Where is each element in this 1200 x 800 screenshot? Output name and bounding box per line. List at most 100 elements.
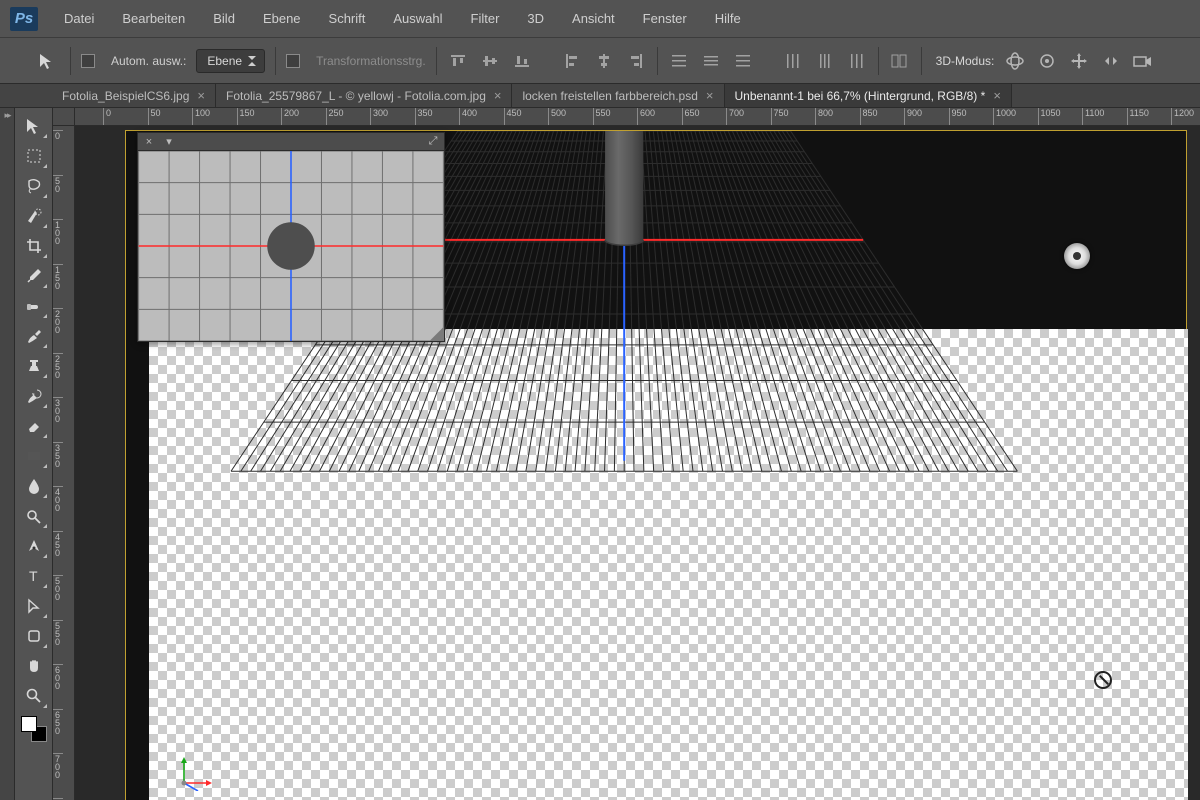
secondary-view-content (138, 151, 444, 341)
options-bar: Autom. ausw.: Ebene Transformationsstrg.… (0, 38, 1200, 84)
3d-camera-icon[interactable] (1132, 50, 1154, 72)
light-source-widget[interactable] (1064, 243, 1090, 269)
align-bottom-edges-icon[interactable] (511, 50, 533, 72)
document-tab-strip: Fotolia_BeispielCS6.jpg× Fotolia_2557986… (0, 84, 1200, 108)
menu-select[interactable]: Auswahl (381, 5, 454, 32)
distribute-left-icon[interactable] (782, 50, 804, 72)
expand-arrows-icon: ▸▸ (4, 110, 9, 800)
auto-align-icon[interactable] (889, 50, 911, 72)
blur-tool[interactable] (19, 472, 49, 500)
distribute-top-icon[interactable] (668, 50, 690, 72)
ruler-tick: 450 (53, 531, 63, 557)
ruler-tick: 1000 (993, 108, 1016, 125)
align-horizontal-centers-icon[interactable] (593, 50, 615, 72)
history-brush-tool[interactable] (19, 382, 49, 410)
menu-view[interactable]: Ansicht (560, 5, 627, 32)
ruler-tick: 700 (726, 108, 744, 125)
align-right-edges-icon[interactable] (625, 50, 647, 72)
ruler-tick: 250 (53, 353, 63, 379)
marquee-tool[interactable] (19, 142, 49, 170)
type-tool[interactable]: T (19, 562, 49, 590)
collapsed-left-panel[interactable]: ▸▸ (0, 108, 15, 800)
lasso-tool[interactable] (19, 172, 49, 200)
ruler-tick: 450 (504, 108, 522, 125)
align-top-edges-icon[interactable] (447, 50, 469, 72)
ruler-tick: 300 (53, 397, 63, 423)
layer-group-dropdown[interactable]: Ebene (196, 49, 265, 73)
brush-tool[interactable] (19, 322, 49, 350)
transform-controls-checkbox[interactable] (286, 53, 306, 68)
dodge-tool[interactable] (19, 502, 49, 530)
menu-image[interactable]: Bild (201, 5, 247, 32)
menu-filter[interactable]: Filter (459, 5, 512, 32)
menu-file[interactable]: Datei (52, 5, 106, 32)
ruler-tick: 1100 (1082, 108, 1104, 125)
healing-brush-tool[interactable] (19, 292, 49, 320)
quick-selection-tool[interactable] (19, 202, 49, 230)
separator (921, 47, 922, 75)
eraser-tool[interactable] (19, 412, 49, 440)
distribute-bottom-icon[interactable] (732, 50, 754, 72)
document-tab[interactable]: Fotolia_25579867_L - © yellowj - Fotolia… (216, 84, 512, 107)
menu-layer[interactable]: Ebene (251, 5, 313, 32)
separator (436, 47, 437, 75)
ruler-tick: 300 (370, 108, 388, 125)
menu-3d[interactable]: 3D (515, 5, 556, 32)
mode3d-label: 3D-Modus: (936, 54, 995, 68)
ruler-tick: 700 (53, 753, 63, 779)
ruler-tick: 50 (148, 108, 161, 125)
3d-slide-icon[interactable] (1100, 50, 1122, 72)
document-tab[interactable]: locken freistellen farbbereich.psd× (512, 84, 724, 107)
document-tab[interactable]: Fotolia_BeispielCS6.jpg× (52, 84, 216, 107)
auto-select-checkbox[interactable] (81, 53, 101, 68)
close-tab-icon[interactable]: × (197, 88, 205, 103)
move-tool[interactable] (19, 112, 49, 140)
ruler-tick: 350 (415, 108, 433, 125)
menu-edit[interactable]: Bearbeiten (110, 5, 197, 32)
close-tab-icon[interactable]: × (706, 88, 714, 103)
ruler-tick: 550 (593, 108, 611, 125)
ruler-tick: 600 (53, 664, 63, 690)
close-panel-icon[interactable]: × (142, 135, 156, 149)
3d-roll-icon[interactable] (1036, 50, 1058, 72)
3d-axis-gizmo[interactable] (174, 749, 216, 791)
secondary-view-body[interactable] (138, 151, 444, 341)
secondary-3d-view-panel[interactable]: × ▾ ⤢ (137, 132, 445, 342)
ruler-tick: 0 (103, 108, 111, 125)
color-swatches[interactable] (21, 716, 47, 742)
align-vertical-centers-icon[interactable] (479, 50, 501, 72)
menu-help[interactable]: Hilfe (703, 5, 753, 32)
auto-select-label: Autom. ausw.: (111, 54, 186, 68)
separator (275, 47, 276, 75)
swap-view-icon[interactable]: ⤢ (426, 135, 440, 149)
distribute-vcenter-icon[interactable] (700, 50, 722, 72)
move-tool-indicator[interactable] (34, 50, 60, 72)
secondary-view-header[interactable]: × ▾ ⤢ (138, 133, 444, 151)
gradient-tool[interactable] (19, 442, 49, 470)
ruler-origin[interactable] (53, 108, 75, 126)
hand-tool[interactable] (19, 652, 49, 680)
path-selection-tool[interactable] (19, 592, 49, 620)
close-tab-icon[interactable]: × (494, 88, 502, 103)
canvas-area[interactable]: 0501001502002503003504004505005506006507… (53, 108, 1200, 800)
menu-type[interactable]: Schrift (317, 5, 378, 32)
crop-tool[interactable] (19, 232, 49, 260)
close-tab-icon[interactable]: × (993, 88, 1001, 103)
distribute-hcenter-icon[interactable] (814, 50, 836, 72)
menu-window[interactable]: Fenster (631, 5, 699, 32)
shape-tool[interactable] (19, 622, 49, 650)
app-logo: Ps (10, 7, 38, 31)
ruler-tick: 50 (53, 175, 63, 193)
align-left-edges-icon[interactable] (561, 50, 583, 72)
document-tab[interactable]: Unbenannt-1 bei 66,7% (Hintergrund, RGB/… (725, 84, 1012, 107)
zoom-tool[interactable] (19, 682, 49, 710)
3d-pan-icon[interactable] (1068, 50, 1090, 72)
panel-menu-icon[interactable]: ▾ (162, 135, 176, 149)
distribute-right-icon[interactable] (846, 50, 868, 72)
eyedropper-tool[interactable] (19, 262, 49, 290)
vertical-ruler[interactable]: 0501001502002503003504004505005506006507… (53, 126, 75, 800)
clone-stamp-tool[interactable] (19, 352, 49, 380)
pen-tool[interactable] (19, 532, 49, 560)
3d-orbit-icon[interactable] (1004, 50, 1026, 72)
horizontal-ruler[interactable]: 0501001502002503003504004505005506006507… (75, 108, 1200, 126)
